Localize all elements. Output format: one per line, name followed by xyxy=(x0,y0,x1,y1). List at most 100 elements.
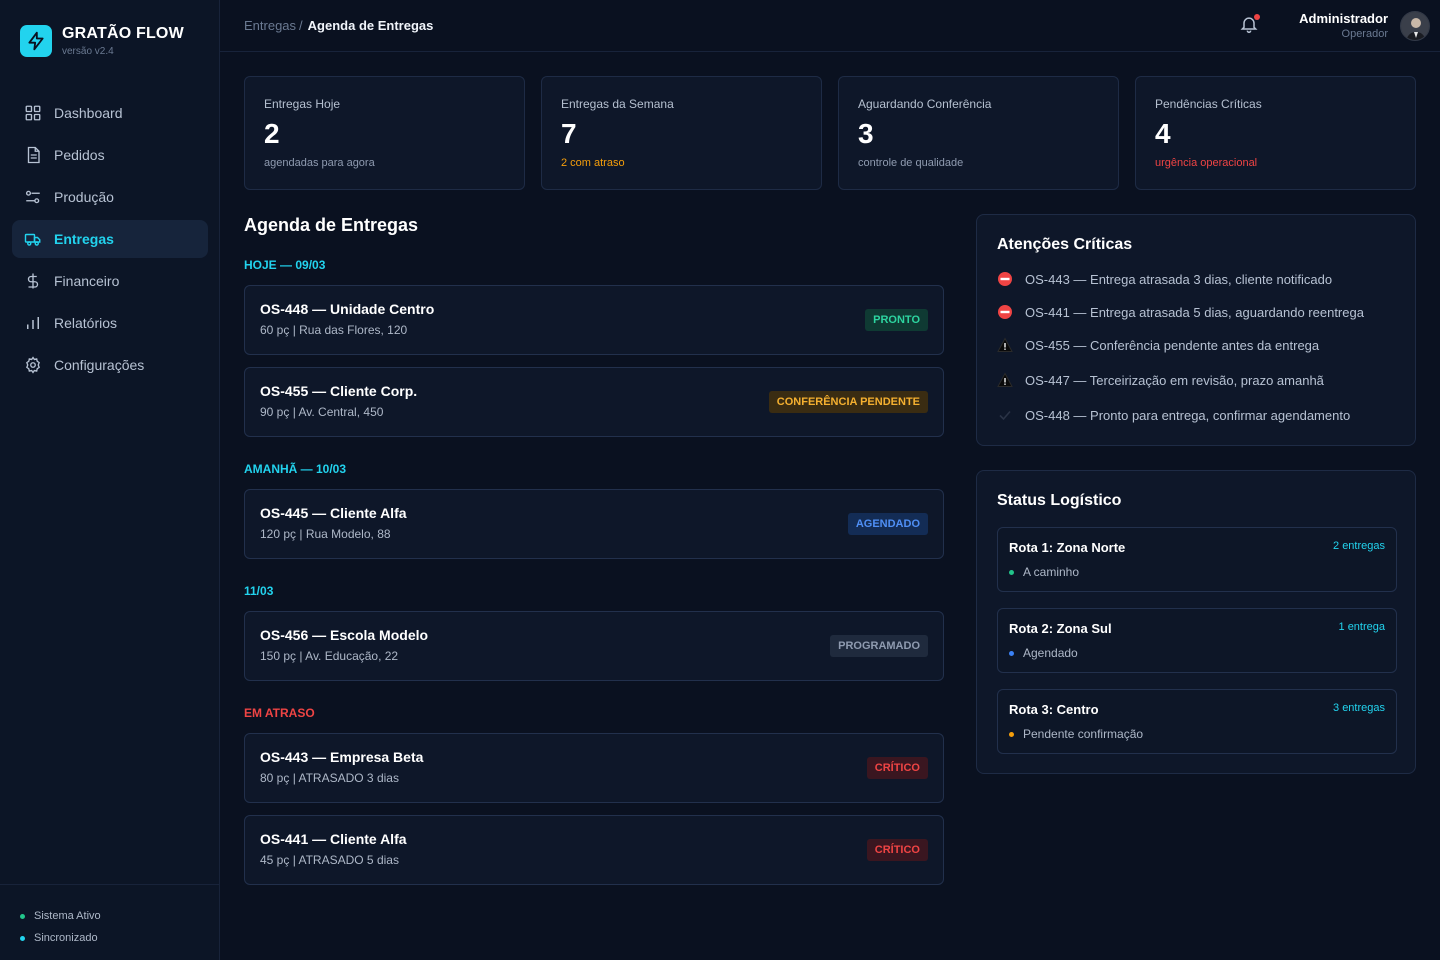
route-status: Pendente confirmação xyxy=(1009,727,1143,741)
stat-label: Entregas Hoje xyxy=(264,97,341,111)
nav-item-pedidos[interactable]: Pedidos xyxy=(12,136,208,174)
route-count: 3 entregas xyxy=(1333,702,1385,714)
sliders-icon xyxy=(25,190,40,204)
status-system-active: Sistema Ativo xyxy=(20,905,219,927)
nav-item-entregas[interactable]: Entregas xyxy=(12,220,208,258)
system-status: Sistema Ativo Sincronizado xyxy=(0,884,219,960)
no-entry-icon xyxy=(998,272,1012,286)
group-label-late: EM ATRASO xyxy=(244,706,315,720)
breadcrumb-separator: / xyxy=(299,18,303,33)
user-role: Operador xyxy=(1341,28,1388,40)
route-status: A caminho xyxy=(1009,565,1079,579)
delivery-title: OS-456 — Escola Modelo xyxy=(260,627,429,643)
delivery-card[interactable]: OS-443 — Empresa Beta 80 pç | ATRASADO 3… xyxy=(244,733,944,803)
alert-item[interactable]: OS-441 — Entrega atrasada 5 dias, aguard… xyxy=(997,304,1364,320)
delivery-card[interactable]: OS-445 — Cliente Alfa 120 pç | Rua Model… xyxy=(244,489,944,559)
delivery-meta: 120 pç | Rua Modelo, 88 xyxy=(260,527,391,541)
stat-card-week[interactable]: Entregas da Semana 7 2 com atraso xyxy=(541,76,822,190)
alert-item[interactable]: OS-455 — Conferência pendente antes da e… xyxy=(997,337,1319,353)
stat-sub: urgência operacional xyxy=(1155,157,1258,169)
nav-item-relatorios[interactable]: Relatórios xyxy=(12,304,208,342)
sidebar: GRATÃO FLOW versão v2.4 Dashboard Pedido… xyxy=(0,0,220,960)
group-label-tomorrow: AMANHÃ — 10/03 xyxy=(244,462,347,476)
alert-item[interactable]: OS-448 — Pronto para entrega, confirmar … xyxy=(997,407,1350,423)
main-nav: Dashboard Pedidos Produção Entregas Fina… xyxy=(12,94,208,388)
status-dot-icon xyxy=(1009,650,1014,656)
stat-card-critical[interactable]: Pendências Críticas 4 urgência operacion… xyxy=(1135,76,1416,190)
delivery-card[interactable]: OS-448 — Unidade Centro 60 pç | Rua das … xyxy=(244,285,944,355)
status-synced: Sincronizado xyxy=(20,927,219,949)
nav-label: Pedidos xyxy=(54,147,105,163)
agenda-title: Agenda de Entregas xyxy=(244,215,419,235)
delivery-card[interactable]: OS-456 — Escola Modelo 150 pç | Av. Educ… xyxy=(244,611,944,681)
breadcrumb-parent[interactable]: Entregas xyxy=(244,18,296,33)
nav-item-dashboard[interactable]: Dashboard xyxy=(12,94,208,132)
avatar[interactable] xyxy=(1400,11,1430,41)
topbar: Entregas / Agenda de Entregas Administra… xyxy=(220,0,1440,52)
delivery-card[interactable]: OS-441 — Cliente Alfa 45 pç | ATRASADO 5… xyxy=(244,815,944,885)
gear-icon xyxy=(26,356,40,374)
nav-item-producao[interactable]: Produção xyxy=(12,178,208,216)
stat-card-awaiting[interactable]: Aguardando Conferência 3 controle de qua… xyxy=(838,76,1119,190)
group-label-date: 11/03 xyxy=(244,584,274,598)
stat-sub: 2 com atraso xyxy=(561,157,625,169)
route-card[interactable]: Rota 2: Zona Sul 1 entrega Agendado xyxy=(997,608,1397,673)
route-name: Rota 2: Zona Sul xyxy=(1009,621,1112,636)
brand-version: versão v2.4 xyxy=(62,46,114,57)
status-dot-icon xyxy=(20,935,25,941)
nav-item-configuracoes[interactable]: Configurações xyxy=(12,346,208,384)
nav-label: Produção xyxy=(54,189,114,205)
alert-item[interactable]: OS-443 — Entrega atrasada 3 dias, client… xyxy=(997,271,1332,287)
nav-label: Entregas xyxy=(54,231,114,247)
stat-value: 2 xyxy=(264,118,280,149)
status-badge: PROGRAMADO xyxy=(830,635,928,657)
notifications-bell-icon[interactable] xyxy=(1239,14,1261,36)
stat-label: Pendências Críticas xyxy=(1155,97,1262,111)
check-icon xyxy=(999,410,1011,421)
brand[interactable]: GRATÃO FLOW versão v2.4 xyxy=(20,24,184,57)
panel-title: Atenções Críticas xyxy=(997,236,1133,253)
status-badge: CRÍTICO xyxy=(866,839,928,861)
stat-value: 7 xyxy=(561,118,577,149)
lightning-logo-icon xyxy=(20,24,52,57)
breadcrumb: Entregas / Agenda de Entregas xyxy=(244,18,433,33)
route-count: 2 entregas xyxy=(1333,540,1385,552)
stat-label: Aguardando Conferência xyxy=(858,97,992,111)
panel-title: Status Logístico xyxy=(997,492,1122,509)
stat-label: Entregas da Semana xyxy=(561,97,674,111)
nav-item-financeiro[interactable]: Financeiro xyxy=(12,262,208,300)
route-card[interactable]: Rota 3: Centro 3 entregas Pendente confi… xyxy=(997,689,1397,754)
bar-chart-icon xyxy=(27,317,39,329)
status-badge: CRÍTICO xyxy=(866,757,928,779)
group-label-today: HOJE — 09/03 xyxy=(244,258,326,272)
nav-label: Financeiro xyxy=(54,273,120,289)
stat-sub: agendadas para agora xyxy=(264,157,375,169)
brand-name: GRATÃO FLOW xyxy=(62,25,184,42)
document-icon xyxy=(27,146,40,164)
delivery-title: OS-448 — Unidade Centro xyxy=(260,301,435,317)
alert-item[interactable]: OS-447 — Terceirização em revisão, prazo… xyxy=(997,372,1324,388)
dollar-icon xyxy=(27,273,39,289)
warning-icon xyxy=(997,372,1013,387)
route-status: Agendado xyxy=(1009,646,1078,660)
status-badge: CONFERÊNCIA PENDENTE xyxy=(768,391,928,413)
user-menu[interactable]: Administrador Operador xyxy=(1299,11,1388,40)
delivery-card[interactable]: OS-455 — Cliente Corp. 90 pç | Av. Centr… xyxy=(244,367,944,437)
status-dot-icon xyxy=(1009,731,1014,737)
route-card[interactable]: Rota 1: Zona Norte 2 entregas A caminho xyxy=(997,527,1397,592)
nav-label: Relatórios xyxy=(54,315,118,331)
truck-icon xyxy=(24,233,41,246)
route-name: Rota 1: Zona Norte xyxy=(1009,540,1126,555)
status-dot-icon xyxy=(20,913,25,919)
nav-label: Configurações xyxy=(54,357,145,373)
warning-icon xyxy=(997,337,1013,352)
critical-alerts-panel: Atenções Críticas OS-443 — Entrega atras… xyxy=(976,214,1416,446)
delivery-meta: 80 pç | ATRASADO 3 dias xyxy=(260,771,399,785)
route-name: Rota 3: Centro xyxy=(1009,702,1099,717)
delivery-meta: 45 pç | ATRASADO 5 dias xyxy=(260,853,399,867)
breadcrumb-current: Agenda de Entregas xyxy=(307,18,434,33)
notification-dot xyxy=(1254,14,1260,20)
stat-card-today[interactable]: Entregas Hoje 2 agendadas para agora xyxy=(244,76,525,190)
status-dot-icon xyxy=(1009,569,1014,575)
delivery-meta: 150 pç | Av. Educação, 22 xyxy=(260,649,399,663)
